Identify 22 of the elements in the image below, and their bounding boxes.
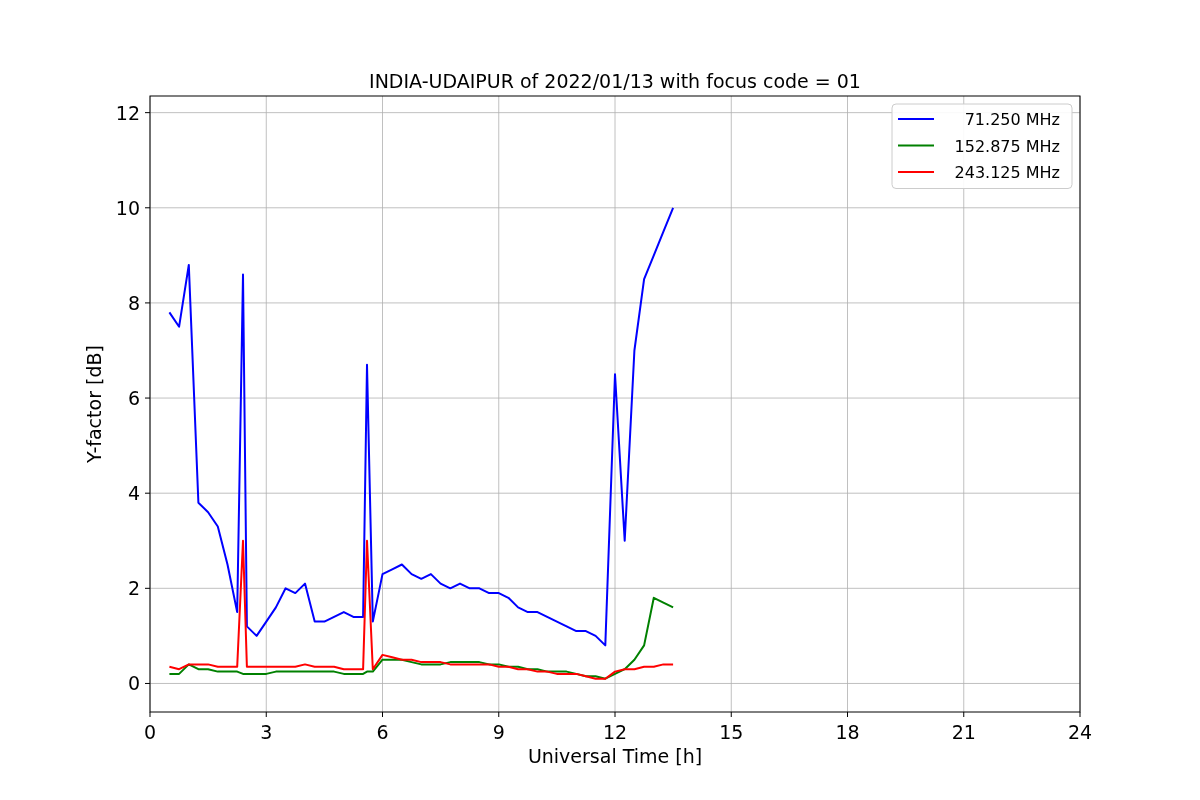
tick-label: 8	[127, 291, 140, 314]
tick-label: 21	[951, 721, 976, 743]
tick-label: 2	[127, 577, 140, 600]
chart-title: INDIA-UDAIPUR of 2022/01/13 with focus code = 01	[369, 70, 861, 92]
x-axis-label: Universal Time [h]	[527, 745, 703, 767]
tick-label: 18	[835, 721, 860, 743]
tick-label: 12	[115, 101, 140, 124]
tick-label: 0	[143, 721, 157, 743]
tick-label: 12	[602, 721, 628, 743]
legend-label: 71.250 MHz	[964, 110, 1060, 129]
legend-label: 243.125 MHz	[954, 163, 1060, 182]
legend-label: 152.875 MHz	[954, 136, 1060, 156]
tick-label: 6	[376, 721, 389, 743]
tick-label: 6	[127, 387, 140, 410]
y-axis-label: Y-factor [dB]	[83, 345, 105, 463]
tick-label: 24	[1067, 721, 1093, 743]
tick-label: 0	[127, 672, 140, 695]
tick-label: 3	[260, 721, 273, 743]
tick-label: 15	[719, 721, 744, 743]
tick-label: 10	[115, 196, 140, 219]
tick-label: 4	[127, 482, 140, 505]
tick-label: 9	[492, 721, 505, 743]
